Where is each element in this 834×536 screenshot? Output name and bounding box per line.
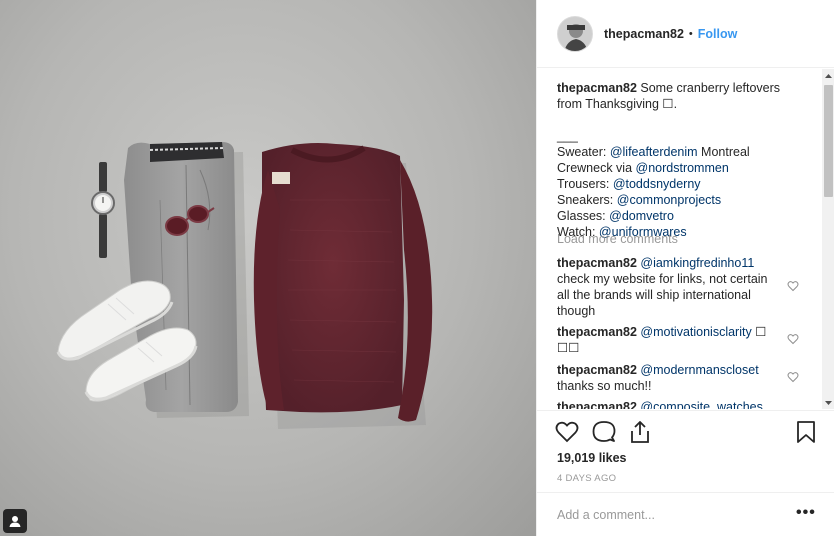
- more-options-icon[interactable]: •••: [796, 503, 816, 523]
- sweater-label: Sweater:: [557, 145, 607, 159]
- outfit-flatlay-image: [56, 142, 433, 429]
- separator-dot: •: [688, 27, 693, 40]
- heart-icon[interactable]: [787, 371, 799, 383]
- comments-scrollbar[interactable]: [822, 69, 834, 409]
- load-more-comments-button[interactable]: Load more comments: [557, 232, 678, 246]
- comment-text: check my website for links, not certain …: [557, 272, 768, 318]
- caption-username[interactable]: thepacman82: [557, 81, 637, 95]
- add-comment-section: •••: [537, 492, 834, 536]
- post-photo[interactable]: [0, 0, 536, 536]
- mention-link[interactable]: @nordstrommen: [636, 161, 729, 175]
- header-username[interactable]: thepacman82: [604, 27, 684, 41]
- mention-link[interactable]: @toddsnyderny: [613, 177, 701, 191]
- post-actions: 19,019 likes 4 DAYS AGO: [537, 410, 834, 500]
- instagram-post-modal: thepacman82 • Follow thepacman82 Some cr…: [0, 0, 834, 536]
- follow-button[interactable]: Follow: [698, 27, 738, 41]
- scroll-up-arrow-icon[interactable]: [822, 69, 834, 82]
- scroll-down-arrow-icon[interactable]: [822, 396, 834, 409]
- post-header: thepacman82 • Follow: [537, 0, 834, 68]
- comment: thepacman82 @composite_watches: [557, 399, 779, 409]
- comment: thepacman82 @modernmanscloset thanks so …: [557, 362, 779, 394]
- mention-link[interactable]: @modernmanscloset: [640, 363, 758, 377]
- comment-text: thanks so much!!: [557, 379, 652, 393]
- trousers-label: Trousers:: [557, 177, 610, 191]
- heart-icon[interactable]: [787, 280, 799, 292]
- add-comment-input[interactable]: [557, 505, 777, 525]
- post-details-panel: thepacman82 • Follow thepacman82 Some cr…: [536, 0, 834, 536]
- caption-divider: ___: [557, 129, 578, 143]
- post-date[interactable]: 4 DAYS AGO: [557, 473, 616, 484]
- mention-link[interactable]: @commonprojects: [617, 193, 721, 207]
- likes-count[interactable]: 19,019 likes: [557, 451, 627, 465]
- mention-link[interactable]: @iamkingfredinho11: [640, 256, 754, 270]
- comment-username[interactable]: thepacman82: [557, 325, 637, 339]
- comment: thepacman82 @iamkingfredinho11 check my …: [557, 255, 779, 319]
- post-caption: thepacman82 Some cranberry leftovers fro…: [557, 80, 787, 240]
- sneakers-label: Sneakers:: [557, 193, 614, 207]
- mention-link[interactable]: @motivationisclarity: [640, 325, 751, 339]
- comments-list[interactable]: thepacman82 Some cranberry leftovers fro…: [537, 69, 834, 409]
- heart-icon[interactable]: [555, 420, 579, 444]
- comment-username[interactable]: thepacman82: [557, 400, 637, 409]
- user-tag-icon[interactable]: [3, 509, 27, 533]
- mention-link[interactable]: @composite_watches: [640, 400, 762, 409]
- bookmark-icon[interactable]: [794, 420, 818, 444]
- share-icon[interactable]: [628, 420, 652, 444]
- mention-link[interactable]: @domvetro: [609, 209, 674, 223]
- comment-icon[interactable]: [592, 420, 616, 444]
- avatar[interactable]: [557, 15, 593, 52]
- comment: thepacman82 @motivationisclarity ☐ ☐☐: [557, 324, 779, 356]
- mention-link[interactable]: @lifeafterdenim: [610, 145, 698, 159]
- comment-username[interactable]: thepacman82: [557, 363, 637, 377]
- comment-username[interactable]: thepacman82: [557, 256, 637, 270]
- heart-icon[interactable]: [787, 333, 799, 345]
- glasses-label: Glasses:: [557, 209, 606, 223]
- scrollbar-thumb[interactable]: [824, 85, 833, 197]
